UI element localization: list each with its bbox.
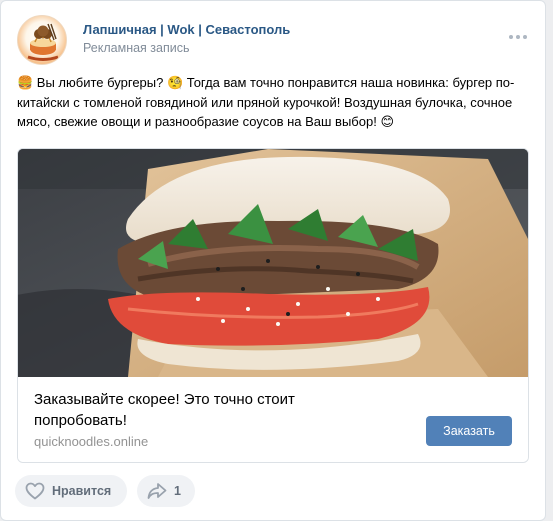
heart-icon <box>25 482 45 500</box>
post-text-part-1: Вы любите бургеры? <box>33 75 167 90</box>
like-button[interactable]: Нравится <box>15 475 127 507</box>
avatar[interactable] <box>17 15 67 65</box>
post-author-link[interactable]: Лапшичная | Wok | Севастополь <box>83 22 290 37</box>
like-label: Нравится <box>52 484 112 498</box>
ad-domain[interactable]: quicknoodles.online <box>34 434 148 449</box>
post-actions: Нравится 1 <box>15 475 531 507</box>
post-card: Лапшичная | Wok | Севастополь Рекламная … <box>0 0 546 521</box>
post-text: 🍔 Вы любите бургеры? 🧐 Тогда вам точно п… <box>17 73 529 132</box>
smile-emoji: 😊 <box>380 115 395 130</box>
share-icon <box>147 483 167 499</box>
ad-snippet[interactable]: Заказывайте скорее! Это точно стоит попр… <box>18 377 528 462</box>
more-options-icon[interactable] <box>509 35 527 41</box>
share-button[interactable]: 1 <box>137 475 195 507</box>
burger-photo[interactable] <box>18 149 528 377</box>
burger-emoji: 🍔 <box>17 76 34 91</box>
ad-attachment[interactable]: Заказывайте скорее! Это точно стоит попр… <box>17 148 529 463</box>
ad-title[interactable]: Заказывайте скорее! Это точно стоит попр… <box>34 389 354 431</box>
burger-image <box>18 149 528 377</box>
ad-label: Рекламная запись <box>83 41 190 55</box>
order-button[interactable]: Заказать <box>426 416 512 446</box>
share-count: 1 <box>174 484 181 498</box>
monocle-emoji: 🧐 <box>166 76 184 91</box>
noodle-bowl-icon <box>27 23 59 61</box>
post-header: Лапшичная | Wok | Севастополь Рекламная … <box>17 15 529 65</box>
